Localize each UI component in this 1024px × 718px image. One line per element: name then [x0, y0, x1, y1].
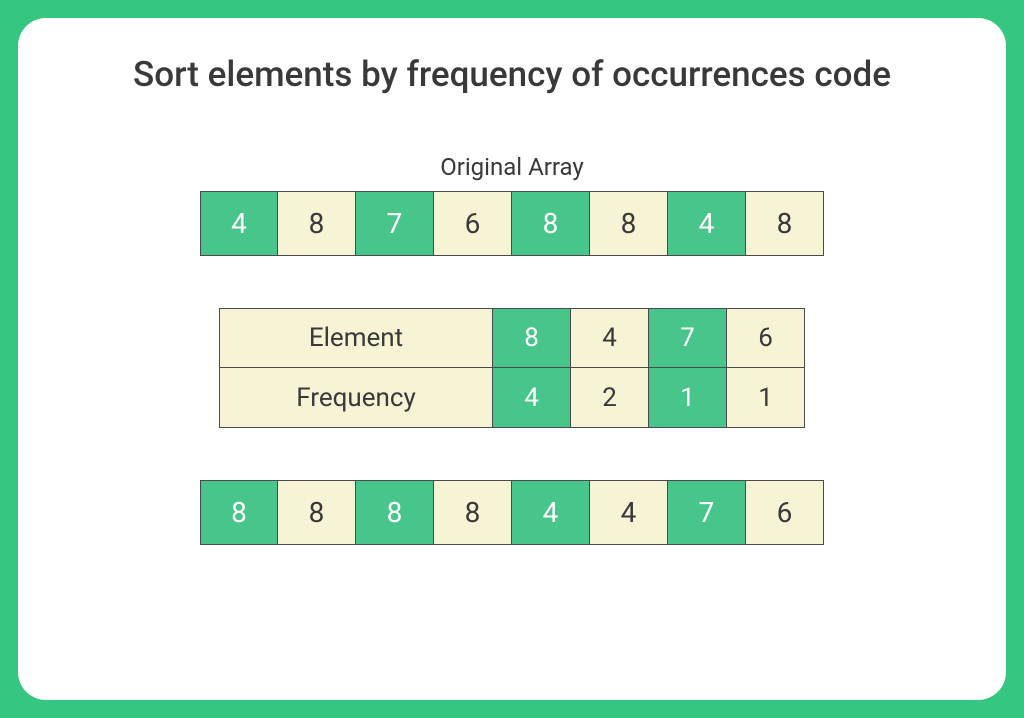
frequency-table: Element 8476 Frequency 4211: [219, 308, 805, 428]
array-cell: 8: [746, 191, 824, 256]
array-cell: 1: [649, 368, 727, 428]
diagram-card: Sort elements by frequency of occurrence…: [18, 18, 1006, 700]
array-cell: 8: [434, 480, 512, 545]
array-cell: 8: [512, 191, 590, 256]
array-cell: 7: [649, 308, 727, 368]
array-cell: 8: [493, 308, 571, 368]
array-cell: 1: [727, 368, 805, 428]
element-label-cell: Element: [219, 308, 493, 368]
element-row: Element 8476: [219, 308, 805, 368]
array-cell: 8: [278, 191, 356, 256]
array-cell: 6: [727, 308, 805, 368]
array-cell: 6: [434, 191, 512, 256]
frequency-row: Frequency 4211: [219, 368, 805, 428]
array-cell: 4: [512, 480, 590, 545]
array-cell: 8: [278, 480, 356, 545]
array-cell: 4: [493, 368, 571, 428]
page-title: Sort elements by frequency of occurrence…: [133, 54, 891, 95]
array-cell: 6: [746, 480, 824, 545]
array-cell: 7: [668, 480, 746, 545]
array-cell: 8: [590, 191, 668, 256]
array-cell: 7: [356, 191, 434, 256]
array-cell: 8: [200, 480, 278, 545]
result-array-row: 88884476: [200, 480, 824, 545]
array-cell: 4: [571, 308, 649, 368]
array-cell: 4: [200, 191, 278, 256]
array-cell: 8: [356, 480, 434, 545]
array-cell: 2: [571, 368, 649, 428]
original-array-label: Original Array: [440, 153, 584, 181]
array-cell: 4: [668, 191, 746, 256]
array-cell: 4: [590, 480, 668, 545]
frequency-label-cell: Frequency: [219, 368, 493, 428]
original-array-row: 48768848: [200, 191, 824, 256]
